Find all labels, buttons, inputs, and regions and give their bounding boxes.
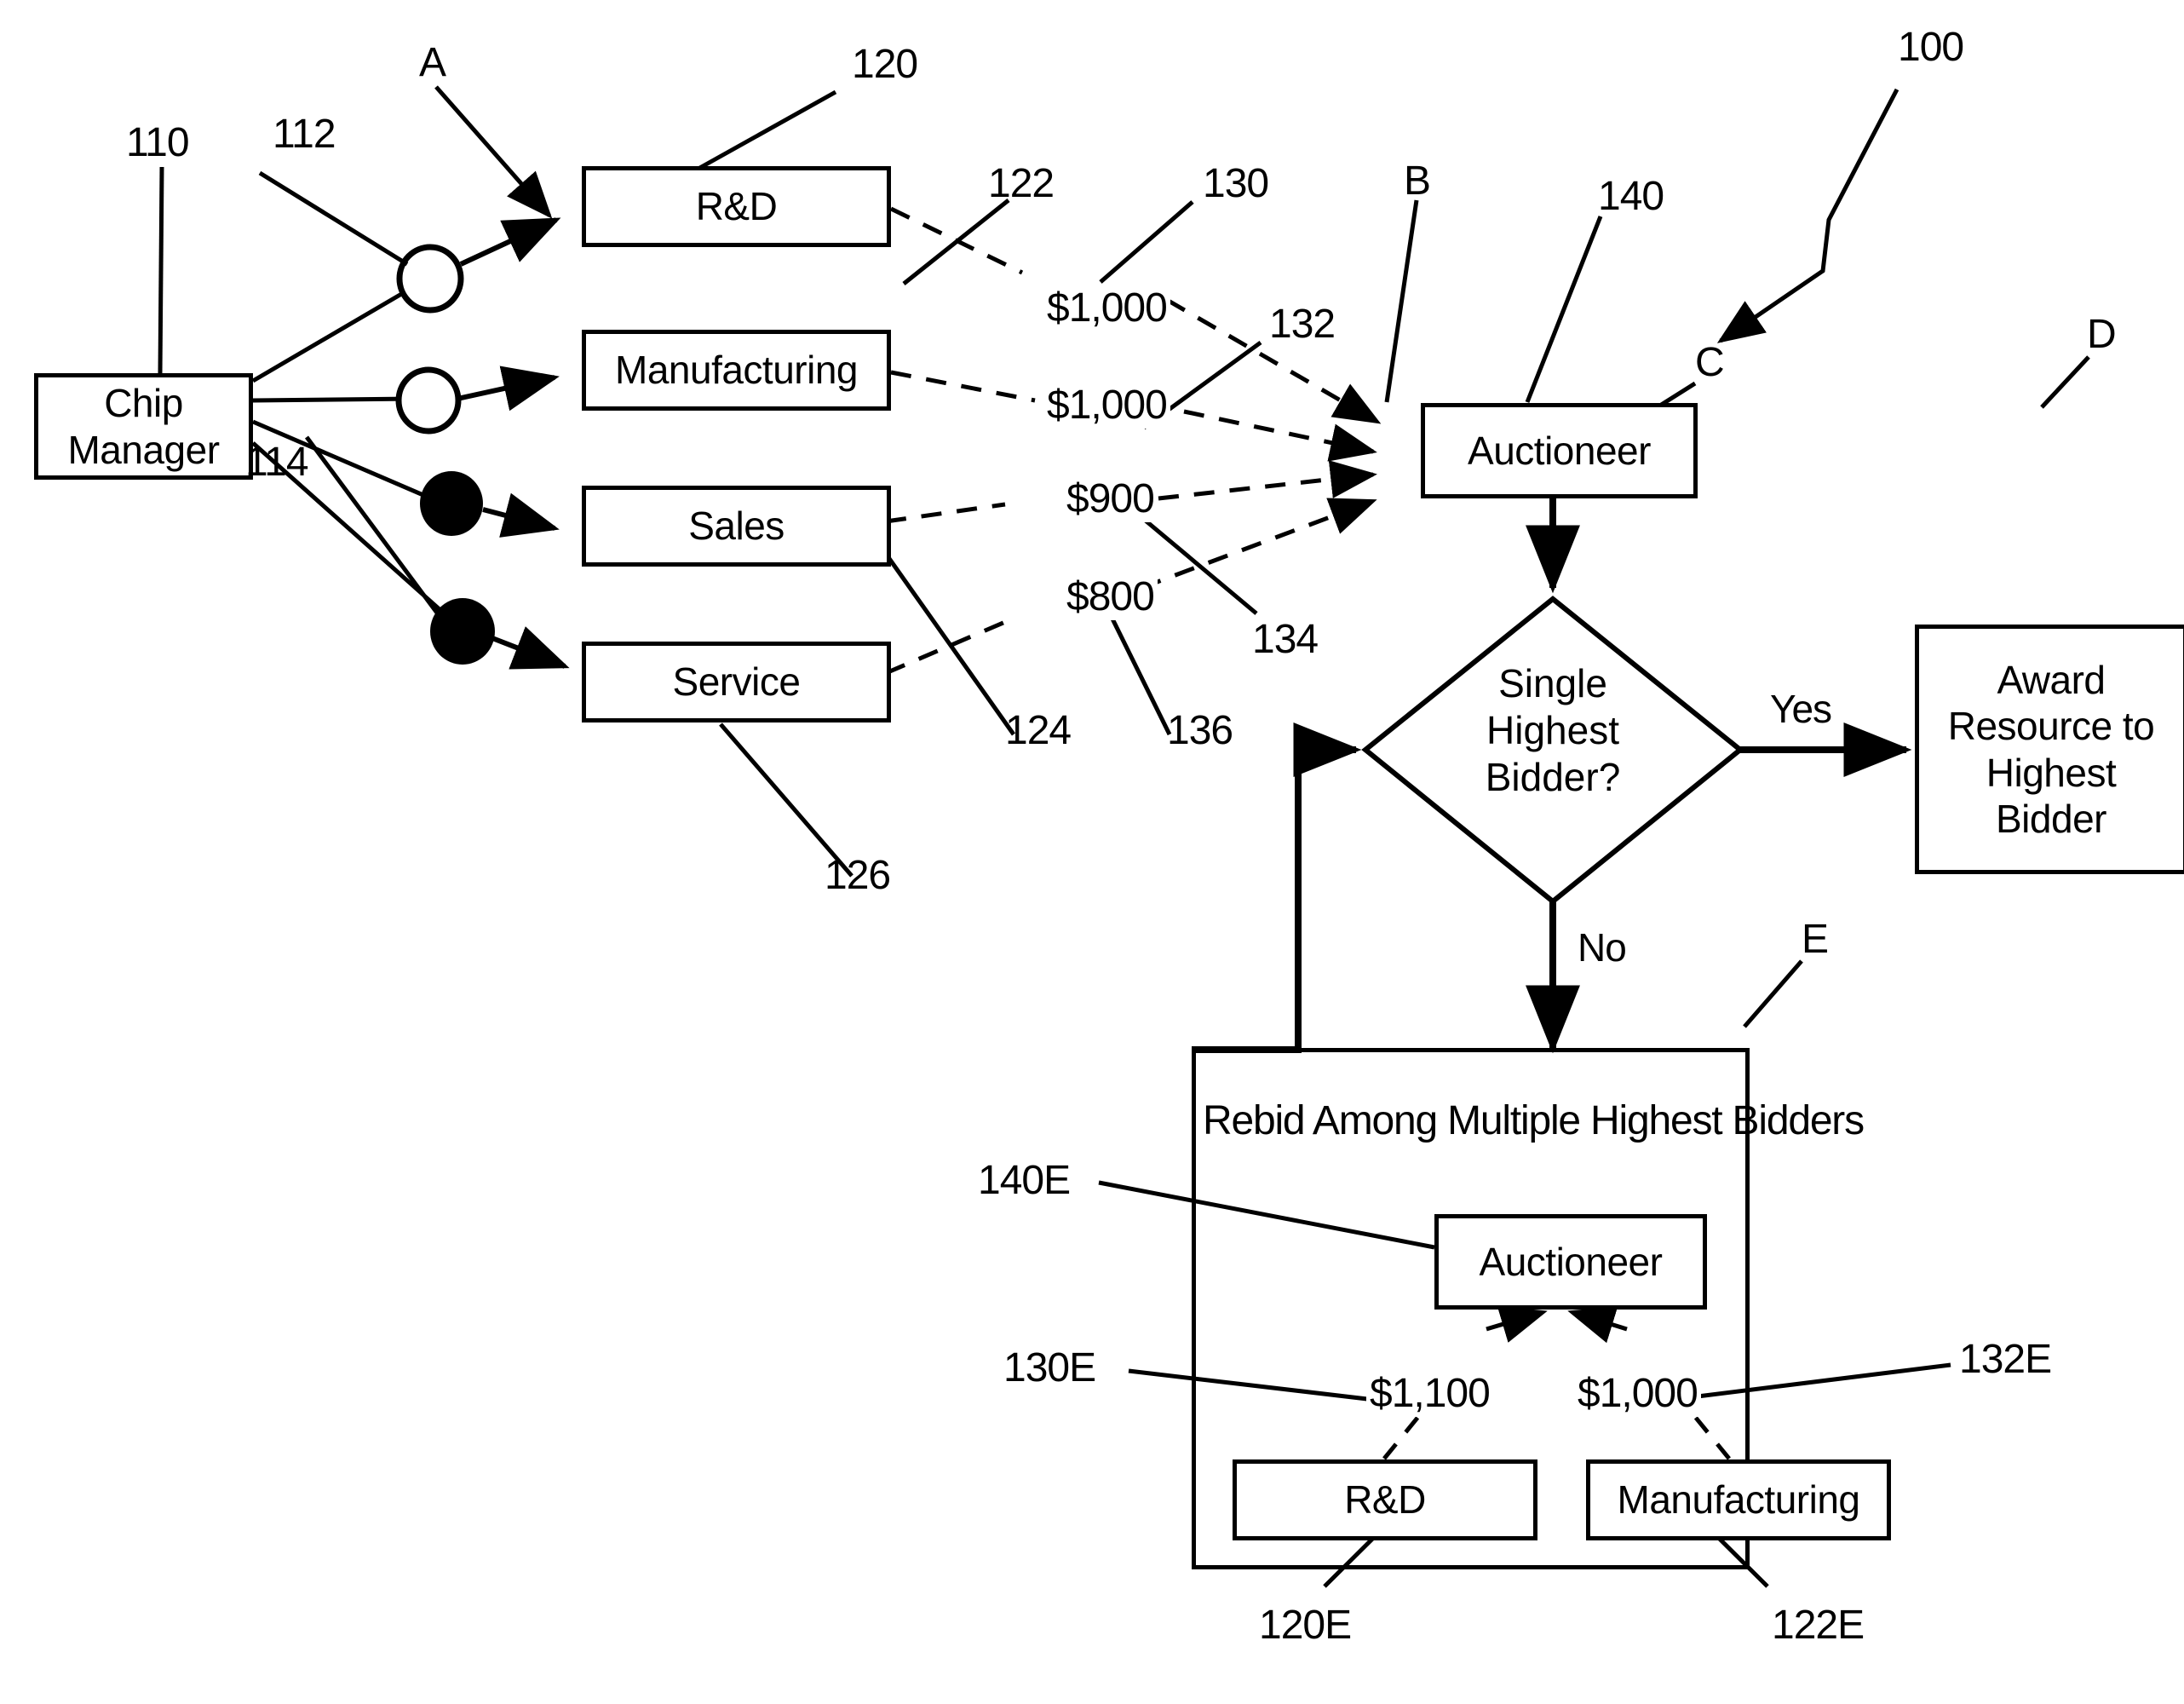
node-sales-label: Sales — [688, 504, 785, 549]
bid-amount-sales: $900 — [1063, 475, 1158, 522]
node-decision-label: Single Highest Bidder? — [1485, 661, 1621, 800]
node-service[interactable]: Service — [582, 642, 891, 722]
node-rebid-auctioneer[interactable]: Auctioneer — [1434, 1214, 1707, 1310]
rebid-amount-rnd: $1,100 — [1366, 1370, 1493, 1417]
ref-122E: 122E — [1772, 1603, 1865, 1648]
ref-134: 134 — [1252, 617, 1319, 662]
ref-120E: 120E — [1259, 1603, 1352, 1648]
rebid-amount-manufacturing: $1,000 — [1574, 1370, 1701, 1417]
node-manufacturing[interactable]: Manufacturing — [582, 330, 891, 411]
ref-126: 126 — [825, 853, 891, 898]
edge-label-yes: Yes — [1770, 687, 1832, 731]
node-rebid-auctioneer-label: Auctioneer — [1479, 1239, 1663, 1284]
node-rebid-manufacturing-label: Manufacturing — [1617, 1477, 1861, 1523]
ref-140: 140 — [1598, 174, 1664, 219]
node-rebid-rnd[interactable]: R&D — [1233, 1459, 1537, 1540]
filled-resource-ports — [420, 471, 495, 665]
patent-figure: Chip Manager R&D Manufacturing Sales Ser… — [0, 0, 2184, 1704]
node-rebid-rnd-label: R&D — [1344, 1477, 1426, 1523]
ref-110: 110 — [126, 120, 190, 165]
node-chip-manager[interactable]: Chip Manager — [34, 373, 253, 480]
ref-124: 124 — [1005, 708, 1072, 753]
ref-100: 100 — [1898, 25, 1964, 70]
ref-130E: 130E — [1003, 1345, 1096, 1390]
node-manufacturing-label: Manufacturing — [615, 348, 859, 393]
port-to-box-arrows — [457, 217, 570, 670]
ref-130: 130 — [1203, 161, 1269, 206]
ref-132: 132 — [1269, 302, 1336, 347]
edge-label-no: No — [1578, 925, 1627, 970]
node-award[interactable]: Award Resource to Highest Bidder — [1915, 625, 2184, 874]
pointer-label-d: D — [2087, 312, 2117, 357]
node-rnd-label: R&D — [695, 184, 778, 229]
node-sales[interactable]: Sales — [582, 486, 891, 567]
bid-amount-rnd: $1,000 — [1043, 285, 1170, 331]
ref-122: 122 — [988, 161, 1055, 206]
ref-112: 112 — [273, 112, 336, 157]
open-resource-ports — [395, 244, 464, 435]
pointer-label-c: C — [1695, 340, 1725, 385]
rebid-loopback — [1192, 722, 1362, 1053]
reference-leaders-left — [158, 85, 2090, 1028]
ref-136: 136 — [1167, 708, 1233, 753]
bid-amount-service: $800 — [1063, 573, 1158, 620]
node-auctioneer-label: Auctioneer — [1468, 428, 1651, 473]
node-rebid-manufacturing[interactable]: Manufacturing — [1586, 1459, 1891, 1540]
node-award-label: Award Resource to Highest Bidder — [1947, 657, 2155, 841]
pointer-label-a: A — [419, 40, 446, 85]
node-rnd[interactable]: R&D — [582, 166, 891, 247]
diagram-lines-layer — [158, 85, 2090, 1588]
node-service-label: Service — [672, 659, 801, 705]
node-chip-manager-label: Chip Manager — [67, 381, 220, 472]
ref-132E: 132E — [1959, 1337, 2052, 1382]
pointer-label-b: B — [1404, 158, 1431, 204]
node-auctioneer[interactable]: Auctioneer — [1421, 403, 1698, 498]
ref-114: 114 — [245, 440, 309, 485]
pointer-label-e: E — [1802, 917, 1829, 962]
ref-140E: 140E — [978, 1158, 1071, 1203]
bid-amount-manufacturing: $1,000 — [1043, 382, 1170, 429]
rebid-title: Rebid Among Multiple Highest Bidders — [1203, 1098, 1865, 1143]
ref-120: 120 — [852, 42, 918, 87]
